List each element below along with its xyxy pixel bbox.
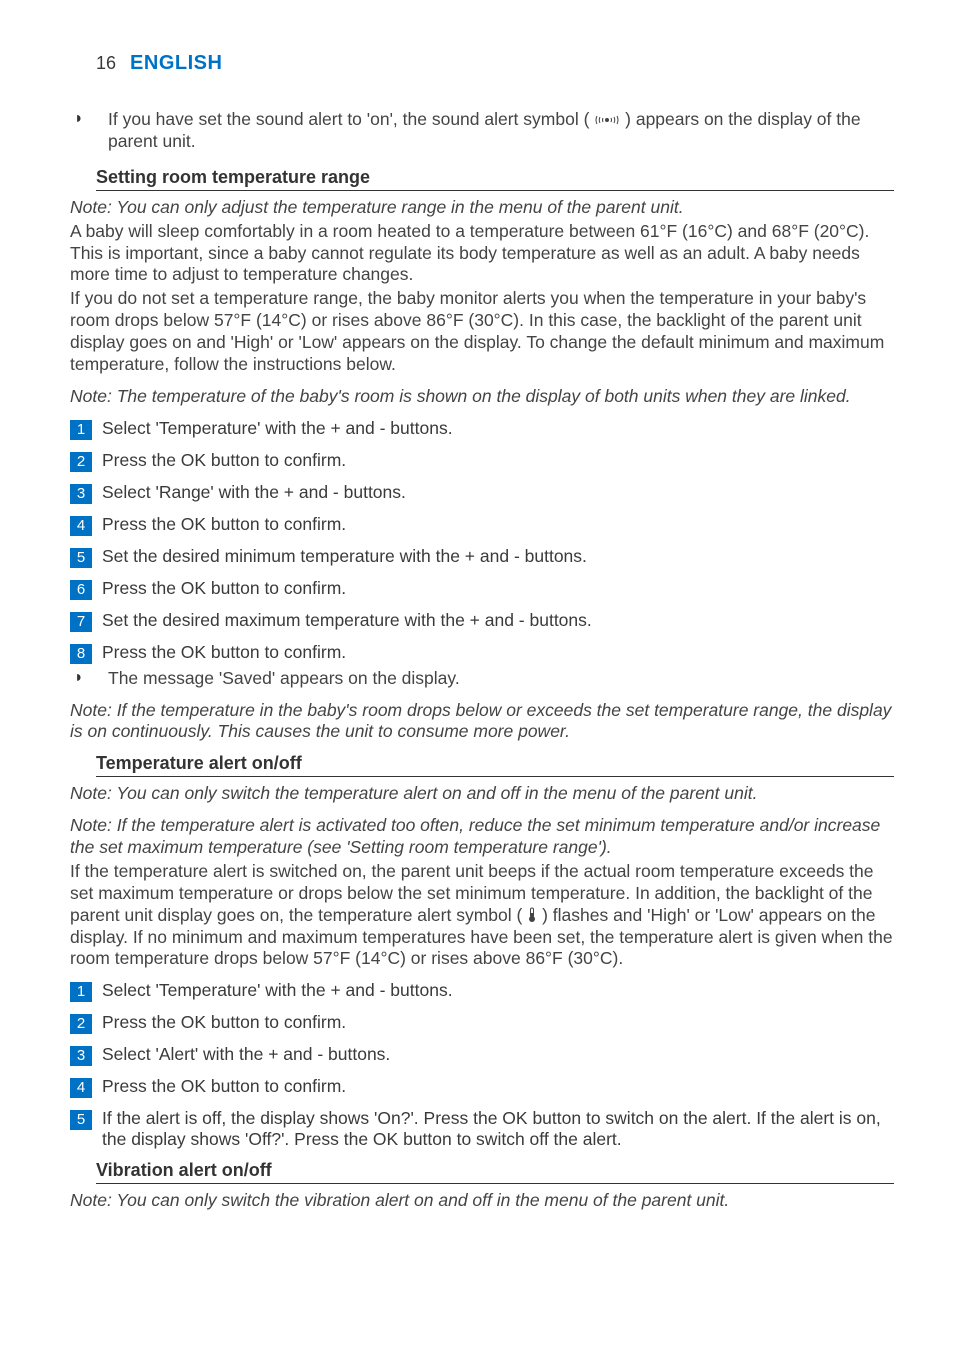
- step-number: 3: [70, 484, 92, 504]
- language-title: ENGLISH: [130, 52, 222, 75]
- step-text: If the alert is off, the display shows '…: [102, 1108, 894, 1150]
- section1-steps: 1 Select 'Temperature' with the + and - b…: [70, 418, 894, 664]
- step-text: Press the OK button to confirm.: [102, 450, 894, 471]
- section1-after-bullet: ◗ The message 'Saved' appears on the dis…: [74, 668, 894, 690]
- thermometer-icon: [527, 905, 542, 925]
- step-number: 7: [70, 612, 92, 632]
- step-row: 6 Press the OK button to confirm.: [70, 578, 894, 600]
- section-heading-temp-range: Setting room temperature range: [96, 167, 894, 191]
- step-row: 4 Press the OK button to confirm.: [70, 514, 894, 536]
- step-number: 8: [70, 644, 92, 664]
- step-number: 4: [70, 516, 92, 536]
- section3-note1: Note: You can only switch the vibration …: [70, 1190, 894, 1212]
- step-row: 4 Press the OK button to confirm.: [70, 1076, 894, 1098]
- page-number: 16: [96, 53, 116, 74]
- section2-note1: Note: You can only switch the temperatur…: [70, 783, 894, 805]
- step-number: 4: [70, 1078, 92, 1098]
- section2-para1: If the temperature alert is switched on,…: [70, 861, 894, 970]
- step-row: 1 Select 'Temperature' with the + and - b…: [70, 418, 894, 440]
- section1-para2: If you do not set a temperature range, t…: [70, 288, 894, 376]
- step-text: Select 'Temperature' with the + and - bu…: [102, 418, 894, 439]
- step-row: 7 Set the desired maximum temperature wit…: [70, 610, 894, 632]
- step-row: 3 Select 'Range' with the + and - buttons…: [70, 482, 894, 504]
- step-text: Press the OK button to confirm.: [102, 1012, 894, 1033]
- step-number: 2: [70, 452, 92, 472]
- section1-note2: Note: The temperature of the baby's room…: [70, 386, 894, 408]
- bullet-icon: ◗: [74, 668, 108, 690]
- sound-alert-icon: [594, 109, 625, 129]
- step-text: Press the OK button to confirm.: [102, 1076, 894, 1097]
- step-row: 5 Set the desired minimum temperature wit…: [70, 546, 894, 568]
- section2-note2: Note: If the temperature alert is activa…: [70, 815, 894, 859]
- step-text: Press the OK button to confirm.: [102, 514, 894, 535]
- step-text: Select 'Range' with the + and - buttons.: [102, 482, 894, 503]
- step-text: Press the OK button to confirm.: [102, 578, 894, 599]
- step-row: 2 Press the OK button to confirm.: [70, 450, 894, 472]
- section-heading-temp-alert: Temperature alert on/off: [96, 753, 894, 777]
- step-text: Select 'Temperature' with the + and - bu…: [102, 980, 894, 1001]
- section1-note3: Note: If the temperature in the baby's r…: [70, 700, 894, 744]
- step-number: 6: [70, 580, 92, 600]
- step-number: 1: [70, 420, 92, 440]
- step-row: 8 Press the OK button to confirm.: [70, 642, 894, 664]
- step-number: 5: [70, 1110, 92, 1130]
- step-row: 3 Select 'Alert' with the + and - buttons…: [70, 1044, 894, 1066]
- step-text: Press the OK button to confirm.: [102, 642, 894, 663]
- step-number: 3: [70, 1046, 92, 1066]
- step-row: 2 Press the OK button to confirm.: [70, 1012, 894, 1034]
- intro-bullet: ◗ If you have set the sound alert to 'on…: [74, 109, 894, 153]
- section-heading-vibration: Vibration alert on/off: [96, 1160, 894, 1184]
- step-row: 5 If the alert is off, the display shows …: [70, 1108, 894, 1150]
- section1-after-bullet-text: The message 'Saved' appears on the displ…: [108, 668, 460, 690]
- manual-page: 16 ENGLISH ◗ If you have set the sound a…: [0, 0, 954, 1354]
- step-number: 2: [70, 1014, 92, 1034]
- page-header: 16 ENGLISH: [96, 52, 894, 75]
- step-text: Set the desired maximum temperature with…: [102, 610, 894, 631]
- step-number: 1: [70, 982, 92, 1002]
- intro-text-pre: If you have set the sound alert to 'on',…: [108, 109, 589, 129]
- section1-note1: Note: You can only adjust the temperatur…: [70, 197, 894, 219]
- section2-steps: 1 Select 'Temperature' with the + and - b…: [70, 980, 894, 1150]
- section1-para1: A baby will sleep comfortably in a room …: [70, 221, 894, 287]
- bullet-icon: ◗: [74, 109, 108, 153]
- step-number: 5: [70, 548, 92, 568]
- step-text: Select 'Alert' with the + and - buttons.: [102, 1044, 894, 1065]
- step-text: Set the desired minimum temperature with…: [102, 546, 894, 567]
- step-row: 1 Select 'Temperature' with the + and - b…: [70, 980, 894, 1002]
- intro-text: If you have set the sound alert to 'on',…: [108, 109, 894, 153]
